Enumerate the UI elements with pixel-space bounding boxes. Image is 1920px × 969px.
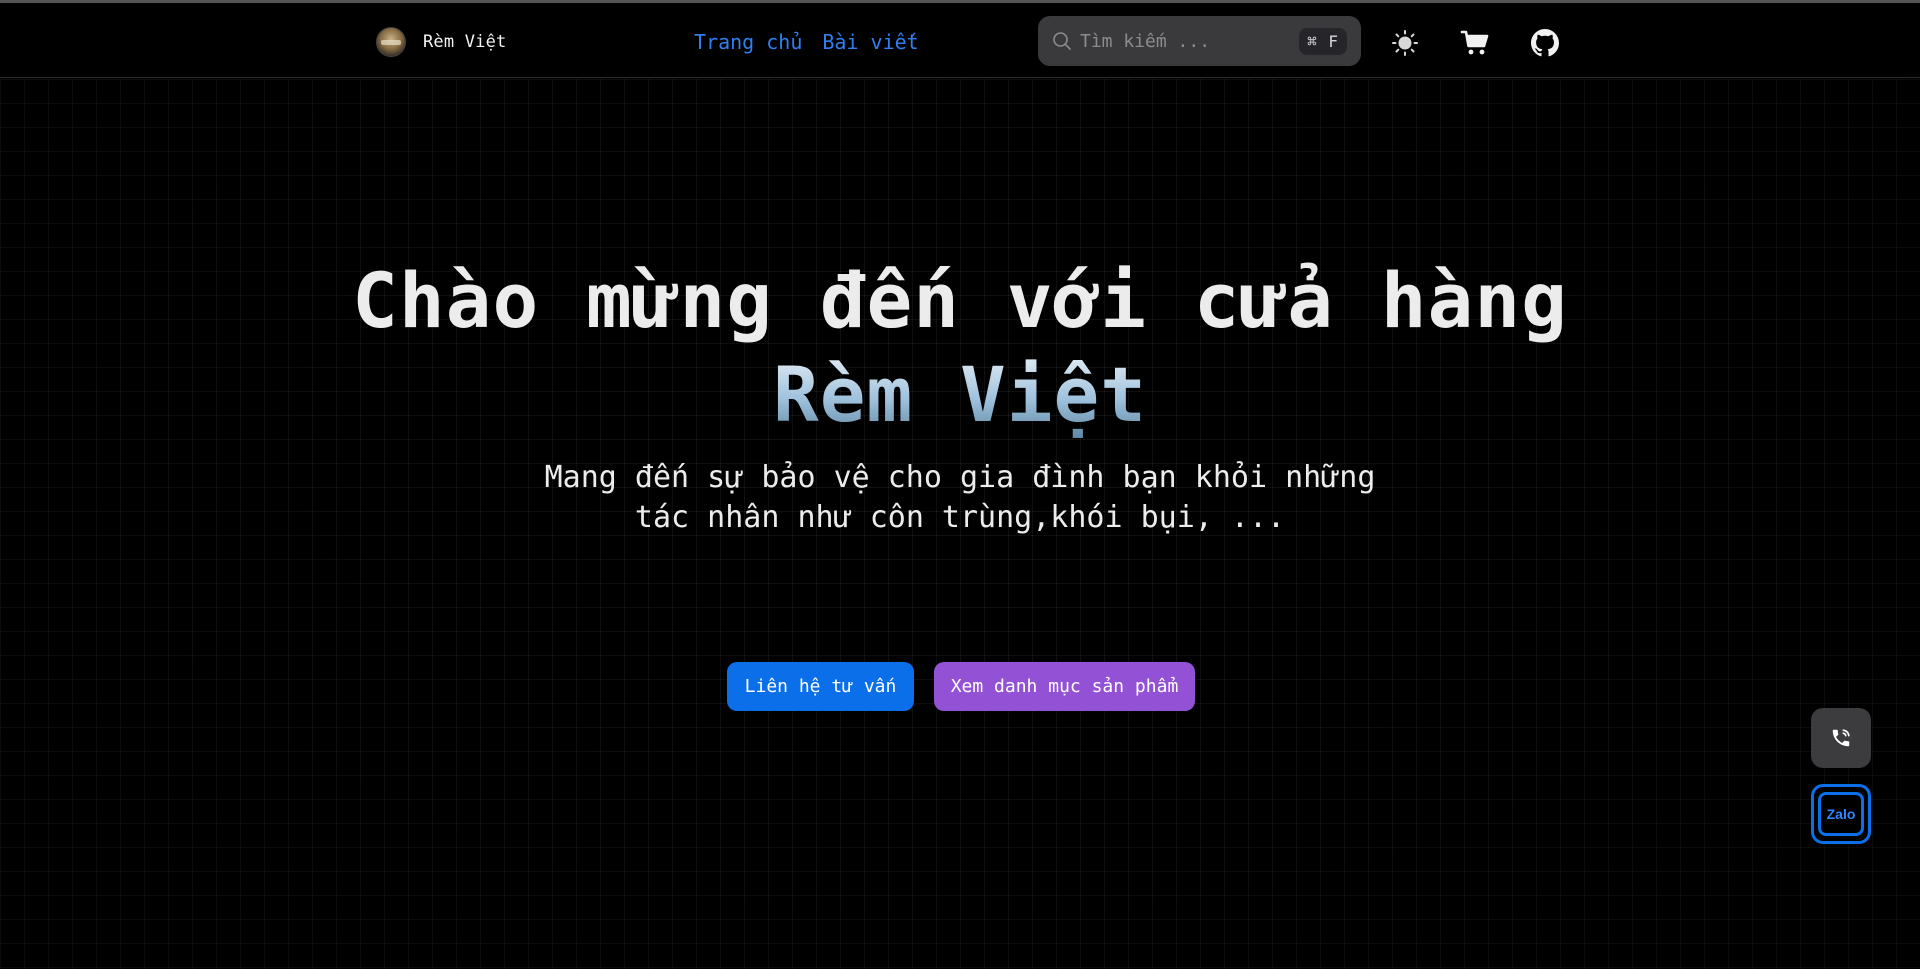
hero-subtitle-line-1: Mang đến sự bảo vệ cho gia đình bạn khỏi… xyxy=(544,460,1376,495)
navbar: Rèm Việt Trang chủ Bài viết Tìm kiếm ...… xyxy=(0,3,1920,78)
nav-links: Trang chủ Bài viết xyxy=(694,30,919,54)
github-icon xyxy=(1531,29,1559,57)
hero-brand-title: Rèm Việt xyxy=(0,349,1920,441)
page: Rèm Việt Trang chủ Bài viết Tìm kiếm ...… xyxy=(0,0,1920,969)
search-input[interactable]: Tìm kiếm ... ⌘ F xyxy=(1038,16,1361,66)
zalo-icon: Zalo xyxy=(1818,792,1864,836)
sun-icon xyxy=(1392,30,1418,56)
contact-consult-button[interactable]: Liên hệ tư vấn xyxy=(727,662,914,711)
cart-button[interactable] xyxy=(1460,28,1490,58)
cart-icon xyxy=(1460,30,1489,55)
theme-toggle-button[interactable] xyxy=(1390,28,1420,58)
hero-subtitle: Mang đến sự bảo vệ cho gia đình bạn khỏi… xyxy=(460,458,1460,538)
brand-link[interactable]: Rèm Việt xyxy=(376,27,506,57)
github-link[interactable] xyxy=(1530,28,1560,58)
search-placeholder: Tìm kiếm ... xyxy=(1080,30,1211,52)
floating-zalo-button[interactable]: Zalo xyxy=(1811,784,1871,844)
nav-link-home[interactable]: Trang chủ xyxy=(694,30,802,54)
hero-subtitle-line-2: tác nhân như côn trùng,khói bụi, ... xyxy=(634,500,1286,535)
phone-icon xyxy=(1832,729,1850,747)
zalo-label: Zalo xyxy=(1826,806,1856,822)
view-products-button[interactable]: Xem danh mục sản phẩm xyxy=(934,662,1195,711)
floating-phone-button[interactable] xyxy=(1811,708,1871,768)
brand-logo xyxy=(376,27,406,57)
hero-brand-text: Rèm Việt xyxy=(772,350,1148,439)
search-icon xyxy=(1052,31,1072,51)
search-shortcut-badge: ⌘ F xyxy=(1299,27,1347,55)
hero-title: Chào mừng đến với cửa hàng xyxy=(352,256,1568,345)
nav-link-posts[interactable]: Bài viết xyxy=(822,30,918,54)
brand-name: Rèm Việt xyxy=(423,32,507,52)
